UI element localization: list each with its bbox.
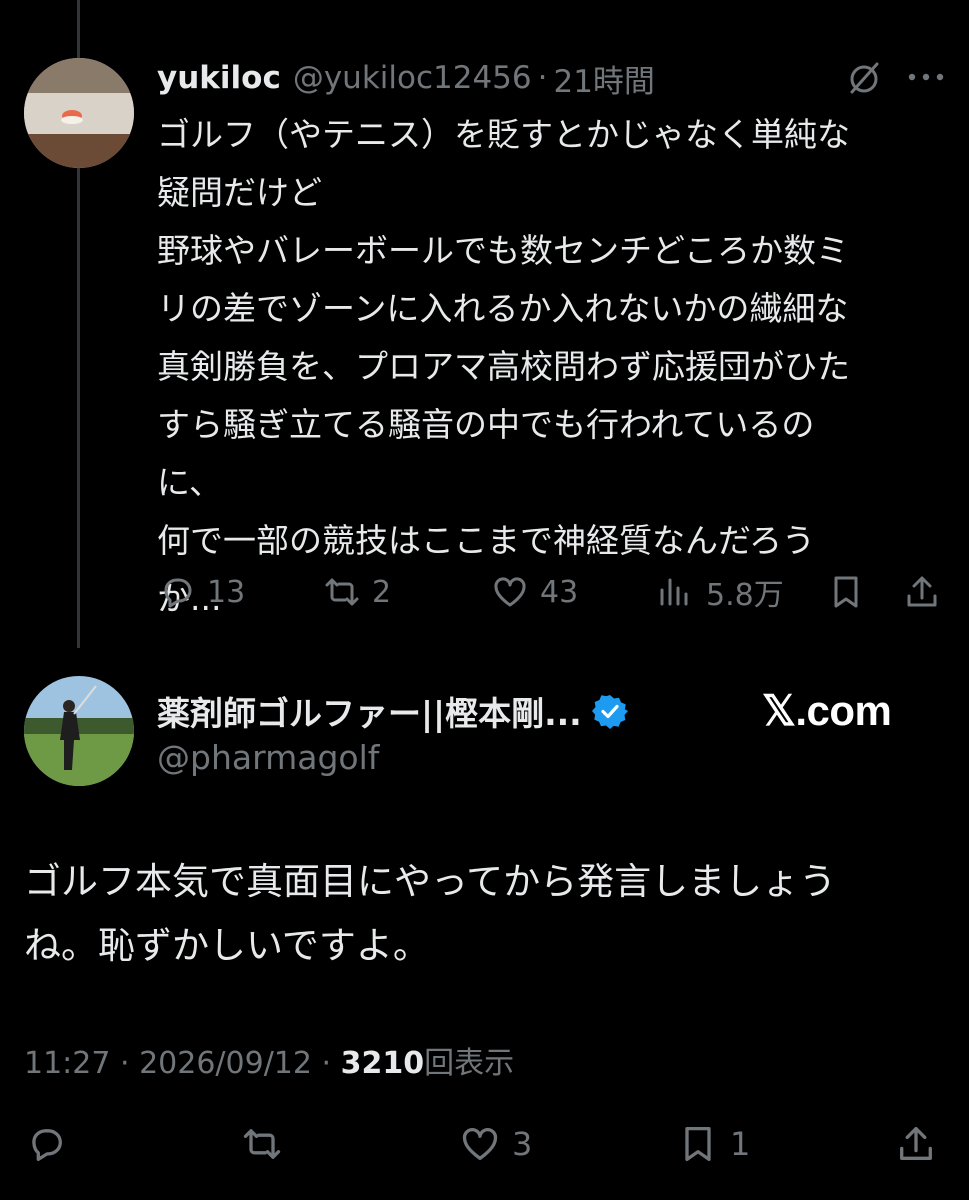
timestamp[interactable]: 11:27 · 2026/09/12 · bbox=[24, 1046, 341, 1081]
separator-dot: · bbox=[537, 60, 548, 96]
more-ellipsis-icon[interactable] bbox=[906, 64, 946, 90]
bookmark-icon bbox=[685, 1126, 711, 1162]
main-tweet-meta: 11:27 · 2026/09/12 · 3210回表示 bbox=[24, 1038, 514, 1082]
main-author-name-row: 薬剤師ゴルファー||樫本剛... bbox=[157, 688, 628, 734]
main-repost-button[interactable] bbox=[240, 1120, 284, 1168]
x-com-watermark: 𝕏.com bbox=[762, 687, 892, 734]
bookmark-icon bbox=[834, 576, 858, 608]
heart-icon bbox=[494, 577, 526, 607]
reply-text-line: 真剣勝負を、プロアマ高校問わず応援団がひた bbox=[157, 347, 850, 386]
reply-text-line: 疑問だけど bbox=[157, 173, 322, 212]
reply-handle[interactable]: @yukiloc12456 bbox=[293, 60, 532, 96]
reply-text-line: 何で一部の競技はここまで神経質なんだろう bbox=[157, 521, 816, 560]
reply-author-avatar[interactable] bbox=[24, 58, 134, 168]
reply-actions-bar: 13 2 43 5.8万 bbox=[0, 570, 969, 614]
reply-like-button[interactable]: 43 bbox=[490, 570, 578, 614]
bar-chart-icon bbox=[660, 578, 688, 606]
reply-text: ゴルフ（やテニス）を貶すとかじゃなく単純な 疑問だけど 野球やバレーボールでも数… bbox=[157, 106, 947, 628]
main-like-button[interactable]: 3 bbox=[458, 1120, 532, 1168]
main-reply-button[interactable] bbox=[24, 1120, 68, 1168]
speech-bubble-icon bbox=[164, 578, 192, 608]
main-like-count: 3 bbox=[512, 1125, 533, 1163]
heart-icon bbox=[462, 1127, 498, 1160]
main-text-line: ね。恥ずかしいですよ。 bbox=[24, 924, 430, 967]
reply-text-line: 野球やバレーボールでも数センチどころか数ミ bbox=[157, 231, 850, 270]
reply-reply-button[interactable]: 13 bbox=[157, 570, 245, 614]
repost-arrows-icon bbox=[243, 1129, 281, 1159]
reply-count: 13 bbox=[207, 574, 246, 610]
main-handle[interactable]: @pharmagolf bbox=[157, 738, 379, 777]
repost-count: 2 bbox=[372, 574, 392, 610]
reply-repost-button[interactable]: 2 bbox=[322, 570, 391, 614]
views-label: 回表示 bbox=[424, 1046, 515, 1081]
main-actions-bar: 3 1 bbox=[0, 1120, 969, 1168]
views-count: 5.8万 bbox=[706, 578, 784, 613]
reply-header: yukiloc @yukiloc12456 · 21時間 bbox=[157, 56, 655, 100]
main-bookmark-count: 1 bbox=[730, 1125, 751, 1163]
share-upload-icon bbox=[907, 576, 937, 607]
reply-text-line: ゴルフ（やテニス）を貶すとかじゃなく単純な bbox=[157, 115, 850, 154]
reply-display-name[interactable]: yukiloc bbox=[157, 60, 281, 96]
views-total: 3210 bbox=[340, 1046, 425, 1081]
grok-slash-circle-icon[interactable] bbox=[844, 58, 884, 98]
reply-bookmark-button[interactable] bbox=[826, 570, 866, 614]
reply-text-line: すら騒ぎ立てる騒音の中でも行われているの bbox=[157, 405, 815, 444]
main-bookmark-button[interactable]: 1 bbox=[676, 1120, 750, 1168]
speech-bubble-icon bbox=[32, 1129, 62, 1162]
share-upload-icon bbox=[900, 1126, 932, 1160]
reply-time[interactable]: 21時間 bbox=[553, 56, 654, 101]
verified-badge-icon bbox=[591, 695, 628, 729]
reply-share-button[interactable] bbox=[902, 570, 942, 614]
main-display-name[interactable]: 薬剤師ゴルファー||樫本剛... bbox=[157, 687, 582, 735]
main-share-button[interactable] bbox=[894, 1120, 938, 1168]
reply-views-button[interactable]: 5.8万 bbox=[656, 570, 784, 614]
main-author-avatar[interactable] bbox=[24, 676, 134, 786]
repost-arrows-icon bbox=[325, 578, 359, 606]
reply-text-line: リの差でゾーンに入れるか入れないかの繊細な bbox=[157, 289, 849, 328]
main-text-line: ゴルフ本気で真面目にやってから発言しましょう bbox=[24, 860, 837, 903]
main-tweet-text: ゴルフ本気で真面目にやってから発言しましょう ね。恥ずかしいですよ。 bbox=[24, 850, 954, 978]
reply-text-line: に、 bbox=[157, 463, 223, 502]
like-count: 43 bbox=[540, 574, 579, 610]
